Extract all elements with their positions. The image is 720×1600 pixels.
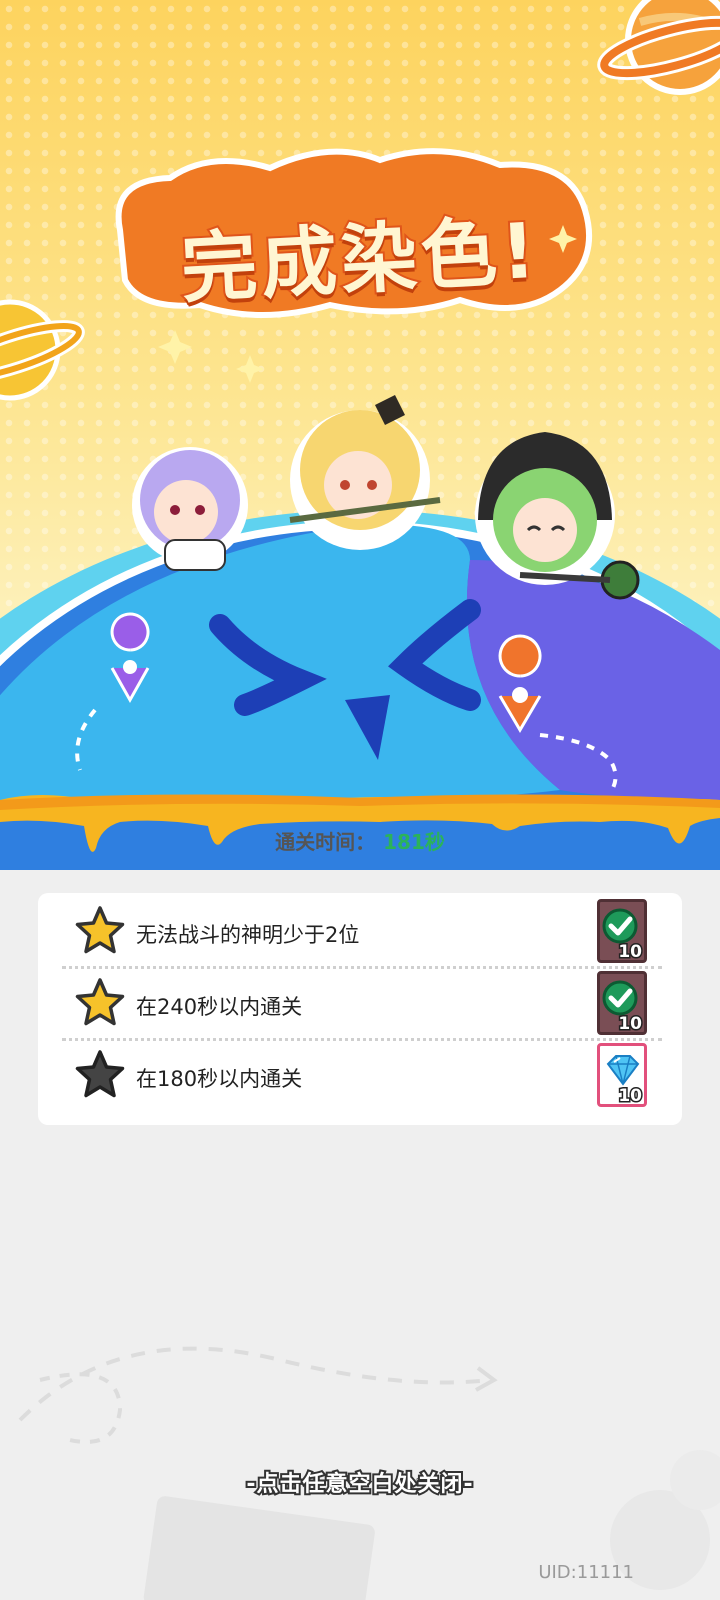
star-achieved-icon (75, 906, 125, 954)
condition-label: 无法战斗的神明少于2位 (136, 923, 360, 947)
reward-count: 10 (617, 1013, 644, 1034)
star-conditions-panel: 无法战斗的神明少于2位 10 在240秒以内通关 10 在180秒以内通关 10 (38, 893, 682, 1125)
yellow-planet-icon (0, 299, 85, 401)
reward-badge: 10 (597, 971, 647, 1035)
clear-time-label: 通关时间： (275, 830, 376, 854)
saturn-planet-icon (597, 0, 720, 95)
star-unachieved-icon (75, 1050, 125, 1098)
title-banner: 完成染色! (110, 150, 610, 320)
page-title: 完成染色! (177, 204, 544, 316)
result-hero-illustration: 完成染色! (0, 0, 720, 870)
close-hint[interactable]: -点击任意空白处关闭- (0, 1466, 720, 1499)
clear-time-value: 181秒 (383, 830, 445, 854)
reward-count: 10 (617, 941, 644, 962)
star-achieved-icon (75, 978, 125, 1026)
condition-row: 无法战斗的神明少于2位 10 (38, 897, 682, 969)
reward-badge: 10 (597, 1043, 647, 1107)
condition-row: 在240秒以内通关 10 (38, 969, 682, 1041)
condition-row: 在180秒以内通关 10 (38, 1041, 682, 1113)
clear-time: 通关时间： 181秒 (0, 826, 720, 855)
reward-badge: 10 (597, 899, 647, 963)
bottom-decoration (18, 1346, 720, 1600)
condition-label: 在180秒以内通关 (136, 1067, 303, 1091)
reward-count: 10 (617, 1085, 644, 1106)
user-id: UID:11111 (538, 1562, 634, 1583)
hero-scene (0, 0, 720, 870)
condition-label: 在240秒以内通关 (136, 995, 303, 1019)
